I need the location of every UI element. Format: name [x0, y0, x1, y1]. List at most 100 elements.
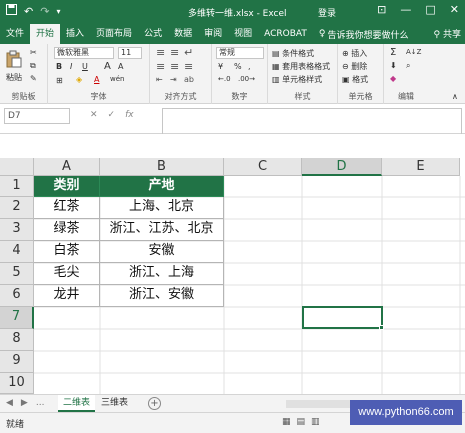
select-all-corner[interactable] — [0, 158, 34, 176]
sheet-tab-3d[interactable]: 三维表 — [96, 395, 133, 412]
font-name-select[interactable]: 微软雅黑 — [54, 47, 114, 59]
cell-b5[interactable]: 浙江、上海 — [100, 263, 224, 285]
comma-button[interactable]: , — [248, 62, 251, 71]
row-header-9[interactable]: 9 — [0, 351, 34, 373]
currency-button[interactable]: ¥ — [218, 62, 223, 71]
share-button[interactable]: ⚲ 共享 — [434, 27, 461, 40]
delete-cells-button[interactable]: ⊖ 删除 — [342, 61, 367, 72]
tell-me-input[interactable]: 告诉我你想要做什么 — [327, 28, 408, 41]
italic-button[interactable]: I — [70, 62, 72, 71]
tab-page-layout[interactable]: 页面布局 — [90, 24, 138, 44]
sort-filter-button[interactable]: A↓Z — [406, 48, 421, 56]
tab-file[interactable]: 文件 — [0, 24, 30, 44]
collapse-ribbon-icon[interactable]: ∧ — [452, 92, 458, 101]
number-format-select[interactable]: 常规 — [216, 47, 264, 59]
insert-cells-button[interactable]: ⊕ 插入 — [342, 48, 367, 59]
column-header-c[interactable]: C — [224, 158, 302, 176]
decrease-font-button[interactable]: A — [118, 62, 123, 71]
prev-sheet-icon[interactable]: ◀ — [6, 398, 13, 408]
decrease-decimal-icon[interactable]: .00→ — [238, 75, 255, 83]
align-right-icon[interactable]: ≡ — [184, 60, 193, 73]
formula-input[interactable] — [162, 108, 462, 134]
redo-icon[interactable]: ↷ — [40, 5, 49, 19]
format-as-table-button[interactable]: ▦ 套用表格格式 — [272, 61, 330, 72]
cell-a6[interactable]: 龙井 — [34, 285, 100, 307]
fill-color-icon[interactable]: ◈ — [76, 75, 82, 84]
row-header-3[interactable]: 3 — [0, 219, 34, 241]
row-header-5[interactable]: 5 — [0, 263, 34, 285]
column-header-a[interactable]: A — [34, 158, 100, 176]
font-color-button[interactable]: A — [94, 75, 99, 84]
paste-button[interactable] — [6, 50, 22, 70]
name-box[interactable]: D7 — [4, 108, 70, 124]
login-link[interactable]: 登录 — [318, 6, 336, 19]
cell-a4[interactable]: 白茶 — [34, 241, 100, 263]
underline-button[interactable]: U — [82, 62, 88, 71]
cell-a2[interactable]: 红茶 — [34, 197, 100, 219]
tab-acrobat[interactable]: ACROBAT — [258, 24, 313, 44]
insert-function-icon[interactable]: fx — [125, 110, 134, 120]
enter-icon[interactable]: ✓ — [108, 110, 116, 120]
tab-data[interactable]: 数据 — [168, 24, 198, 44]
selected-cell-d7[interactable] — [302, 306, 383, 329]
page-break-view-icon[interactable]: ▥ — [311, 417, 320, 427]
fill-handle[interactable] — [379, 325, 384, 330]
align-left-icon[interactable]: ≡ — [156, 60, 165, 73]
undo-icon[interactable]: ↶ — [24, 5, 33, 19]
cancel-icon[interactable]: ✕ — [90, 110, 98, 120]
row-header-2[interactable]: 2 — [0, 197, 34, 219]
orientation-icon[interactable]: ab — [184, 75, 194, 84]
add-sheet-button[interactable]: + — [148, 397, 161, 410]
close-button[interactable]: ✕ — [450, 3, 459, 16]
cell-styles-button[interactable]: ▥ 单元格样式 — [272, 74, 322, 85]
row-header-8[interactable]: 8 — [0, 329, 34, 351]
format-cells-button[interactable]: ▣ 格式 — [342, 74, 368, 85]
copy-icon[interactable]: ⧉ — [30, 61, 36, 71]
tab-formulas[interactable]: 公式 — [138, 24, 168, 44]
row-header-6[interactable]: 6 — [0, 285, 34, 307]
tab-insert[interactable]: 插入 — [60, 24, 90, 44]
format-painter-icon[interactable]: ✎ — [30, 74, 37, 83]
border-icon[interactable]: ⊞ — [56, 76, 63, 85]
more-sheets-icon[interactable]: ... — [36, 398, 45, 408]
autosum-button[interactable]: Σ — [390, 47, 396, 58]
page-layout-view-icon[interactable]: ▤ — [297, 417, 306, 427]
row-header-1[interactable]: 1 — [0, 176, 34, 197]
increase-font-button[interactable]: A — [104, 61, 111, 72]
restore-button[interactable]: □ — [425, 3, 435, 16]
bold-button[interactable]: B — [56, 62, 62, 71]
column-header-b[interactable]: B — [100, 158, 224, 176]
cell-b2[interactable]: 上海、北京 — [100, 197, 224, 219]
cell-b3[interactable]: 浙江、江苏、北京 — [100, 219, 224, 241]
font-size-select[interactable]: 11 — [118, 47, 142, 59]
next-sheet-icon[interactable]: ▶ — [21, 398, 28, 408]
cell-a5[interactable]: 毛尖 — [34, 263, 100, 285]
cell-b4[interactable]: 安徽 — [100, 241, 224, 263]
row-header-4[interactable]: 4 — [0, 241, 34, 263]
tab-home[interactable]: 开始 — [30, 24, 61, 44]
tab-review[interactable]: 审阅 — [198, 24, 228, 44]
outdent-icon[interactable]: ⇥ — [170, 75, 177, 84]
find-select-button[interactable]: ⌕ — [406, 61, 410, 71]
phonetic-button[interactable]: wén — [110, 75, 124, 83]
column-header-d[interactable]: D — [302, 158, 382, 176]
align-center-icon[interactable]: ≡ — [170, 60, 179, 73]
ribbon-display-options-icon[interactable]: ⊡ — [377, 3, 386, 16]
customize-qa-icon[interactable]: ▾ — [56, 5, 60, 19]
align-top-icon[interactable]: ≡ — [156, 46, 165, 59]
table-header-origin[interactable]: 产地 — [100, 176, 224, 197]
table-header-category[interactable]: 类别 — [34, 176, 100, 197]
save-icon[interactable] — [6, 4, 17, 19]
cell-a3[interactable]: 绿茶 — [34, 219, 100, 241]
minimize-button[interactable]: — — [400, 3, 411, 16]
sheet-tab-2d[interactable]: 二维表 — [58, 395, 96, 412]
row-header-7[interactable]: 7 — [0, 307, 34, 329]
column-header-e[interactable]: E — [382, 158, 460, 176]
normal-view-icon[interactable]: ▦ — [282, 417, 291, 427]
align-middle-icon[interactable]: ≡ — [170, 46, 179, 59]
increase-decimal-icon[interactable]: ←.0 — [218, 75, 231, 83]
indent-icon[interactable]: ⇤ — [156, 75, 163, 84]
tab-view[interactable]: 视图 — [228, 24, 258, 44]
fill-icon[interactable]: ⬇ — [390, 61, 397, 70]
conditional-format-button[interactable]: ▤ 条件格式 — [272, 48, 314, 59]
